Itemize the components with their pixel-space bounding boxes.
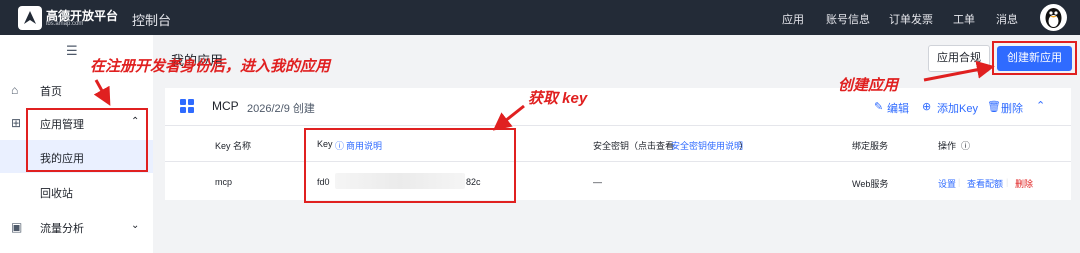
annotation-arrows [93, 60, 995, 131]
arrow-to-create-button [923, 60, 995, 82]
arrow-to-key [492, 104, 525, 131]
arrow-to-sidebar [93, 79, 111, 106]
